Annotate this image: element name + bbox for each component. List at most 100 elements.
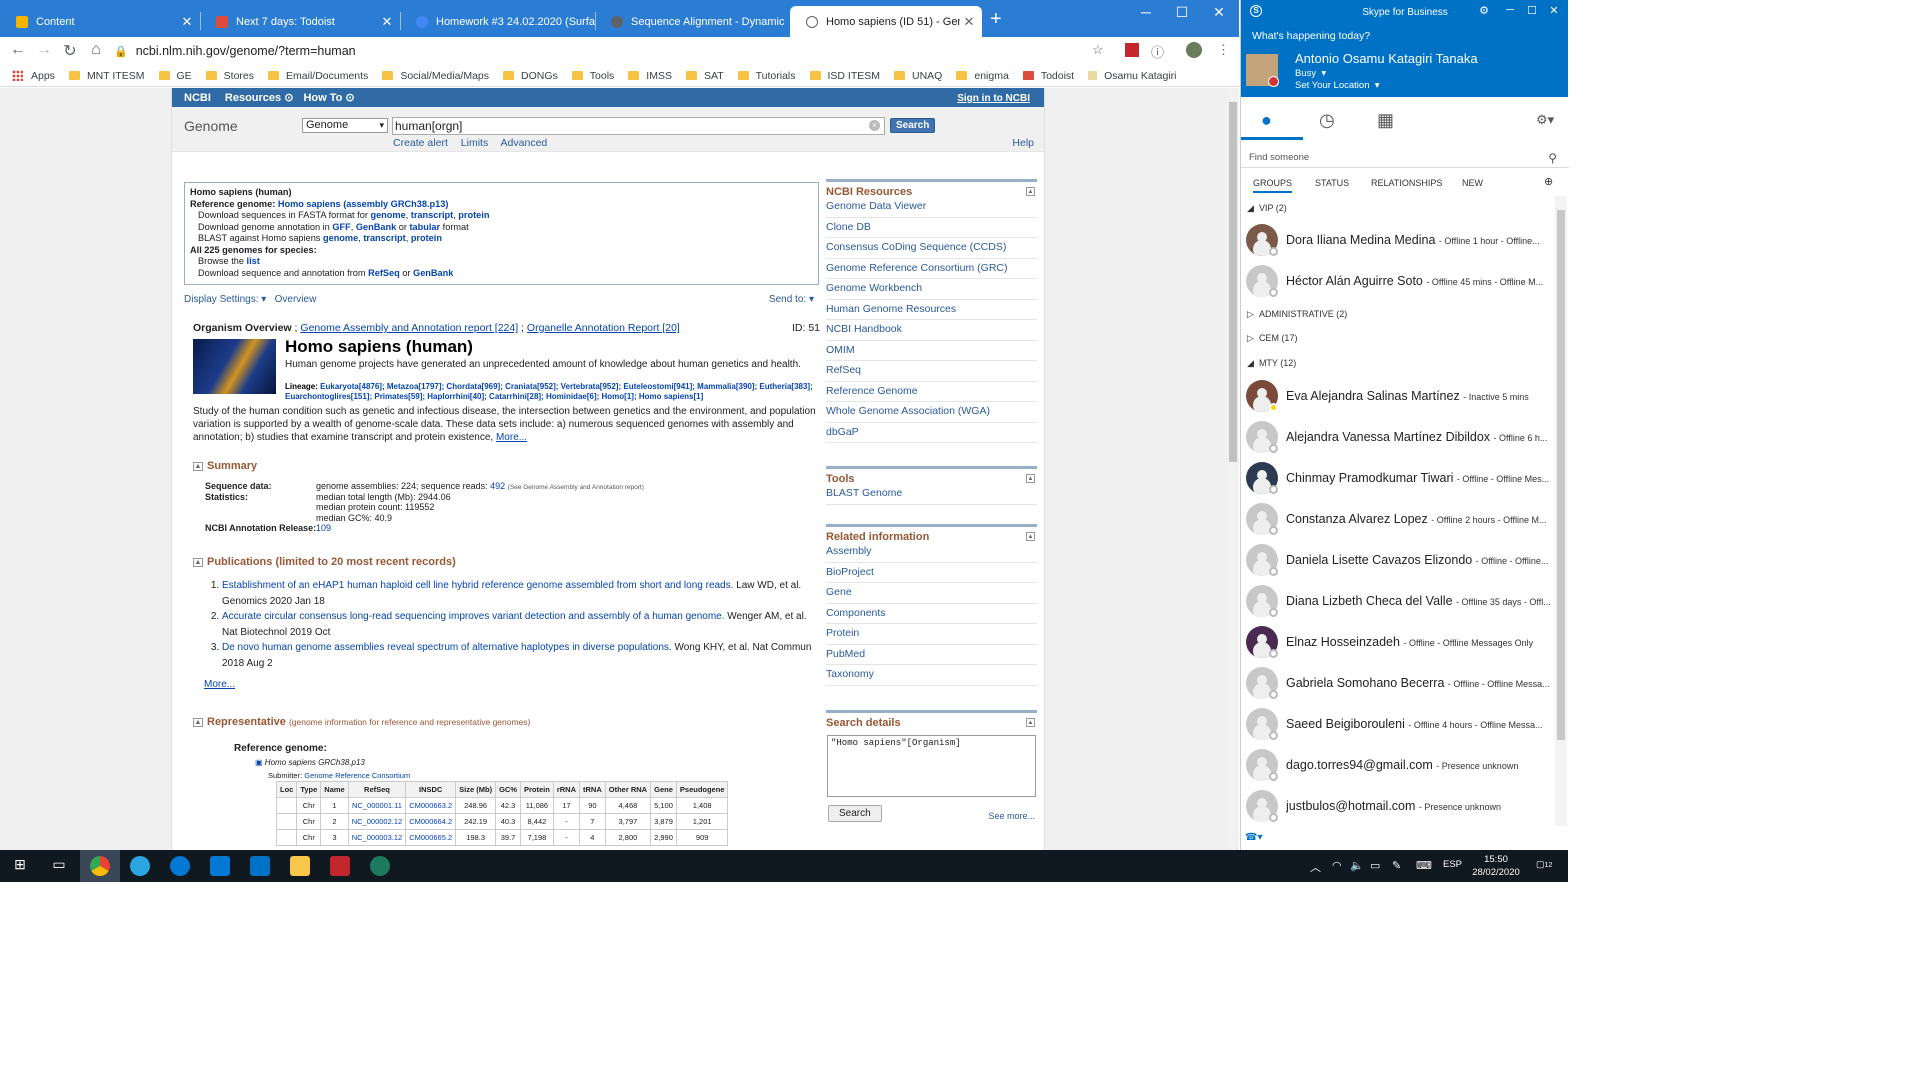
search-input[interactable]: human[orgn] × (392, 117, 885, 135)
clock[interactable]: 15:50 28/02/2020 (1468, 853, 1524, 879)
show-hidden-icons[interactable]: ︿ (1310, 859, 1321, 875)
overview-link[interactable]: Overview (275, 294, 317, 305)
language-indicator[interactable]: ESP (1443, 859, 1462, 870)
resource-link[interactable]: Genome Reference Consortium (GRC) (826, 259, 1037, 279)
outlook-icon[interactable] (250, 856, 270, 876)
resource-link[interactable]: Consensus CoDing Sequence (CCDS) (826, 238, 1037, 259)
contact-item[interactable]: Chinmay Pramodkumar Tiwari - Offline - O… (1241, 458, 1556, 496)
options-gear-icon[interactable]: ⚙▾ (1536, 112, 1554, 128)
contact-item[interactable]: Saeed Beigiborouleni - Offline 4 hours -… (1241, 704, 1556, 742)
contact-item[interactable]: Elnaz Hosseinzadeh - Offline - Offline M… (1241, 622, 1556, 660)
reference-genome-link[interactable]: Homo sapiens (assembly GRCh38.p13) (278, 199, 449, 209)
collapse-icon[interactable]: ▲ (1026, 532, 1035, 541)
volume-icon[interactable]: 🔈 (1350, 859, 1364, 872)
accession-link[interactable]: NC_000001.11 (347, 797, 407, 814)
accession-link[interactable]: CM000663.2 (405, 797, 457, 814)
user-avatar[interactable] (1246, 54, 1279, 87)
contact-item[interactable]: Dora Iliana Medina Medina - Offline 1 ho… (1241, 220, 1556, 258)
contacts-icon[interactable]: ● (1261, 110, 1272, 131)
tab-homework[interactable]: Homework #3 24.02.2020 (Surfa (400, 6, 595, 37)
collapse-icon[interactable]: ▲ (1026, 187, 1035, 196)
resource-link[interactable]: NCBI Handbook (826, 320, 1037, 341)
ncbi-logo[interactable]: NCBI (184, 92, 211, 104)
close-icon[interactable]: ✕ (378, 14, 396, 30)
windows-start-icon[interactable]: ⊞ (10, 856, 30, 876)
related-link[interactable]: PubMed (826, 645, 1037, 665)
publication-link[interactable]: Establishment of an eHAP1 human haploid … (222, 580, 733, 591)
meetings-calendar-icon[interactable]: ▦ (1377, 110, 1394, 131)
blast-protein-link[interactable]: protein (411, 233, 442, 243)
contact-item[interactable]: dago.torres94@gmail.com - Presence unkno… (1241, 745, 1556, 783)
more-link[interactable]: More... (496, 432, 527, 443)
genbank-download-link[interactable]: GenBank (413, 268, 453, 278)
accession-link[interactable]: CM000664.2 (405, 813, 457, 830)
resource-link[interactable]: Genome Data Viewer (826, 197, 1037, 218)
related-link[interactable]: Taxonomy (826, 665, 1037, 686)
browse-list-link[interactable]: list (247, 256, 260, 266)
location-dropdown[interactable]: Set Your Location ▾ (1295, 80, 1380, 91)
display-settings[interactable]: Display Settings: ▾ (184, 294, 266, 305)
page-scrollbar[interactable] (1227, 88, 1239, 850)
tab-homo-sapiens[interactable]: Homo sapiens (ID 51) - Genome ✕ (790, 6, 982, 37)
menu-icon[interactable]: ⋮ (1217, 42, 1230, 58)
summary-section-toggle[interactable]: ▲ Summary (193, 460, 257, 473)
contact-item[interactable]: Gabriela Somohano Becerra - Offline - Of… (1241, 663, 1556, 701)
sequence-reads-link[interactable]: 492 (490, 481, 505, 491)
assembly-report-link[interactable]: Genome Assembly and Annotation report [2… (300, 322, 518, 334)
annotation-release-link[interactable]: 109 (316, 523, 331, 533)
create-alert-link[interactable]: Create alert (393, 137, 448, 149)
group-vip[interactable]: ◢ VIP (2) (1247, 203, 1287, 214)
minimize-button[interactable]: ─ (1128, 4, 1164, 20)
resource-link[interactable]: OMIM (826, 341, 1037, 361)
call-phone-icon[interactable]: ☎▾ (1245, 832, 1262, 843)
telegram-icon[interactable] (130, 856, 150, 876)
bookmark-folder[interactable]: enigma (956, 70, 1009, 82)
bookmark-folder[interactable]: ISD ITESM (809, 70, 880, 82)
calendar-app-icon[interactable] (210, 856, 230, 876)
send-to-menu[interactable]: Send to: ▾ (769, 294, 814, 305)
collapse-icon[interactable]: ▲ (1026, 718, 1035, 727)
filter-new[interactable]: NEW (1462, 178, 1483, 188)
contact-list-scrollbar[interactable] (1555, 196, 1567, 826)
wifi-icon[interactable]: ◠ (1332, 859, 1342, 872)
find-someone-input[interactable]: Find someone ⚲ (1241, 148, 1569, 168)
file-explorer-icon[interactable] (290, 856, 310, 876)
representative-section-toggle[interactable]: ▲ Representative (genome information for … (193, 716, 530, 729)
pen-icon[interactable]: ✎ (1392, 859, 1401, 872)
keyboard-icon[interactable]: ⌨ (1416, 859, 1432, 872)
profile-avatar[interactable] (1186, 42, 1202, 58)
resource-link[interactable]: Clone DB (826, 218, 1037, 238)
close-window-button[interactable]: ✕ (1543, 4, 1565, 17)
publication-link[interactable]: De novo human genome assemblies reveal s… (222, 642, 672, 653)
whats-happening-input[interactable]: What's happening today? (1252, 30, 1370, 42)
contact-item[interactable]: Eva Alejandra Salinas Martínez - Inactiv… (1241, 376, 1556, 414)
conversations-clock-icon[interactable]: ◷ (1319, 110, 1335, 131)
fasta-protein-link[interactable]: protein (458, 210, 489, 220)
nav-resources[interactable]: Resources ⊙ (225, 91, 294, 104)
nav-how-to[interactable]: How To ⊙ (303, 91, 354, 104)
contact-item[interactable]: Daniela Lisette Cavazos Elizondo - Offli… (1241, 540, 1556, 578)
submitter-link[interactable]: Genome Reference Consortium (304, 771, 410, 780)
blast-genome-link[interactable]: genome (323, 233, 358, 243)
tab-content[interactable]: Content ✕ (0, 6, 200, 37)
accession-link[interactable]: NC_000003.12 (347, 829, 407, 846)
contact-item[interactable]: Constanza Alvarez Lopez - Offline 2 hour… (1241, 499, 1556, 537)
refseq-link[interactable]: RefSeq (368, 268, 400, 278)
related-link[interactable]: Protein (826, 624, 1037, 645)
bookmark-folder[interactable]: Email/Documents (268, 70, 368, 82)
bookmark-folder[interactable]: GE (158, 70, 192, 82)
bookmark-folder[interactable]: Stores (205, 70, 254, 82)
collapse-icon[interactable]: ▲ (1026, 474, 1035, 483)
filter-groups[interactable]: GROUPS (1253, 178, 1293, 193)
resource-link[interactable]: Genome Workbench (826, 279, 1037, 300)
new-tab-button[interactable]: + (990, 9, 1002, 29)
bookmark-todoist[interactable]: Todoist (1022, 70, 1074, 82)
bookmark-folder[interactable]: SAT (685, 70, 724, 82)
search-icon[interactable]: ⚲ (1548, 148, 1557, 168)
mendeley-icon[interactable] (330, 856, 350, 876)
close-icon[interactable]: ✕ (960, 14, 978, 30)
tab-sequence-alignment[interactable]: Sequence Alignment - Dynamic (595, 6, 788, 37)
fasta-transcript-link[interactable]: transcript (411, 210, 453, 220)
app-icon[interactable] (370, 856, 390, 876)
publications-section-toggle[interactable]: ▲ Publications (limited to 20 most recent… (193, 556, 456, 569)
